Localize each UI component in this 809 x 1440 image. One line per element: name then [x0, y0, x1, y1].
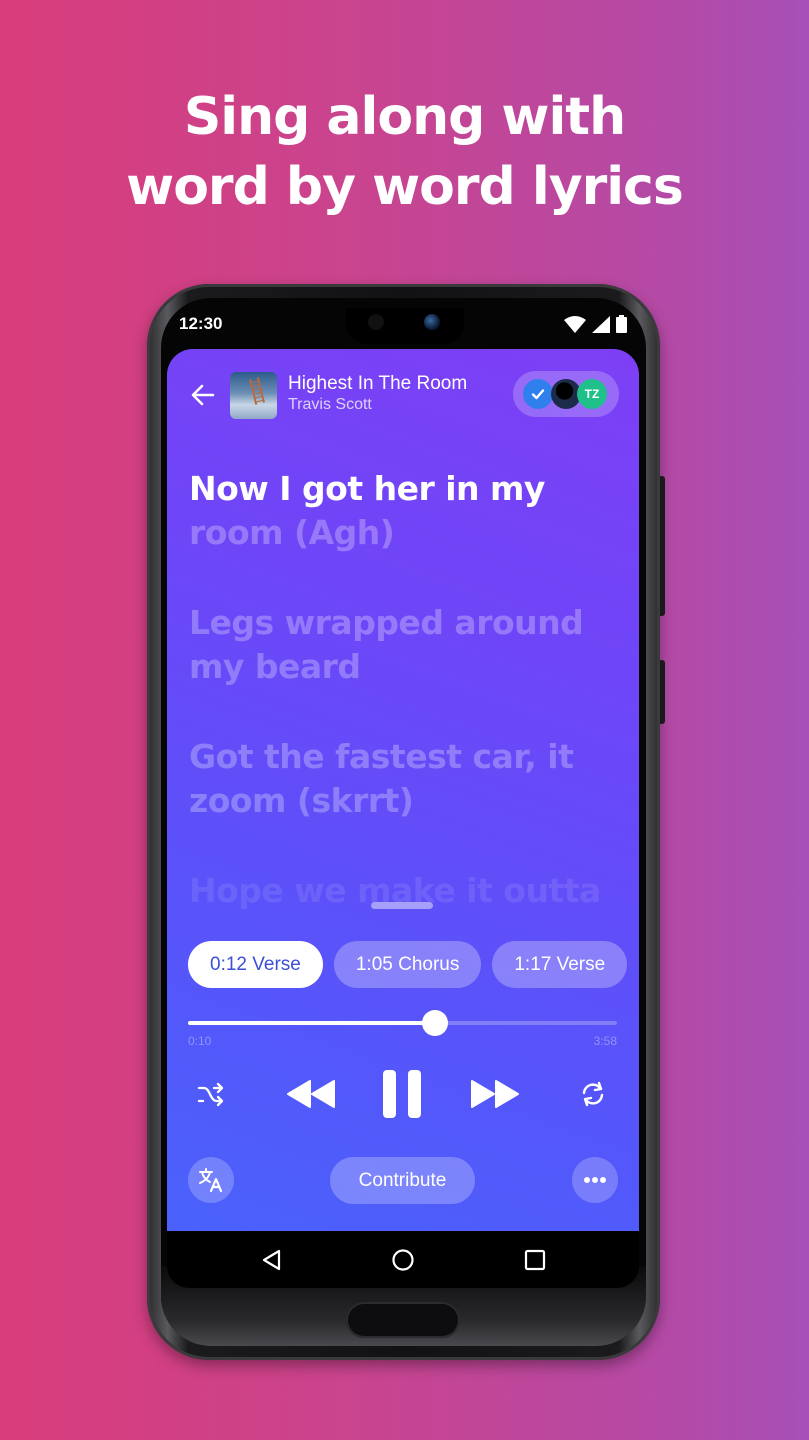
more-icon [584, 1177, 606, 1183]
album-art[interactable] [230, 372, 277, 419]
lyrics-list: Now I got her in my room (Agh) Legs wrap… [189, 467, 619, 959]
arrow-left-icon [191, 384, 215, 406]
lyric-line[interactable]: Legs wrapped around my beard [189, 601, 589, 689]
lyric-unsung-words: room (Agh) [189, 513, 395, 552]
wifi-icon [564, 315, 586, 333]
translate-icon [199, 1168, 223, 1193]
battery-icon [616, 315, 627, 333]
camera-icon [424, 314, 440, 330]
status-bar: 12:30 [167, 308, 639, 344]
seek-thumb[interactable] [421, 1010, 448, 1036]
headline-line-1: Sing along with [183, 87, 626, 147]
total-time: 3:58 [593, 1034, 617, 1048]
song-title: Highest In The Room [288, 373, 468, 394]
recents-icon [524, 1249, 546, 1271]
playback-controls [167, 1064, 639, 1124]
bottom-actions: Contribute [167, 1157, 639, 1205]
camera-notch [346, 308, 464, 344]
seek-progress [188, 1021, 435, 1025]
contribute-button[interactable]: Contribute [330, 1157, 475, 1204]
lyric-line-active[interactable]: Now I got her in my room (Agh) [189, 467, 619, 555]
shuffle-button[interactable] [193, 1076, 229, 1112]
volume-button[interactable] [660, 476, 665, 616]
fast-forward-button[interactable] [467, 1076, 521, 1112]
translate-button[interactable] [188, 1157, 234, 1203]
rewind-button[interactable] [285, 1076, 339, 1112]
current-time: 0:10 [188, 1034, 212, 1048]
player-header: Highest In The Room Travis Scott TZ [167, 369, 639, 421]
more-options-button[interactable] [572, 1157, 618, 1203]
nav-back-button[interactable] [259, 1247, 285, 1273]
power-button[interactable] [660, 660, 665, 724]
pause-button[interactable] [379, 1066, 425, 1122]
artist-name[interactable]: Travis Scott [288, 396, 372, 414]
verified-avatar [523, 379, 553, 409]
back-button[interactable] [189, 381, 217, 409]
seek-bar[interactable] [188, 1010, 617, 1036]
lyric-line[interactable]: Got the fastest car, it zoom (skrrt) [189, 735, 579, 823]
signal-icon [592, 315, 610, 333]
home-icon [392, 1249, 414, 1271]
promo-headline: Sing along with word by word lyrics [0, 82, 809, 222]
status-time: 12:30 [179, 314, 223, 333]
repeat-button[interactable] [575, 1076, 611, 1112]
checkmark-icon [531, 389, 545, 400]
section-chip-chorus[interactable]: 1:05 Chorus [333, 941, 482, 988]
drag-handle[interactable] [371, 902, 433, 909]
repeat-icon [582, 1081, 604, 1107]
nav-recents-button[interactable] [522, 1247, 548, 1273]
hardware-home-button[interactable] [346, 1302, 460, 1338]
section-chip-verse-2[interactable]: 1:17 Verse [492, 941, 628, 988]
lyrics-player-screen: Highest In The Room Travis Scott TZ Now … [167, 349, 639, 1231]
lyric-sung-words: Now I got her in my [189, 469, 545, 508]
rewind-icon [287, 1080, 335, 1108]
headline-line-2: word by word lyrics [126, 157, 684, 217]
status-icons [564, 315, 627, 333]
back-icon [262, 1249, 281, 1271]
fast-forward-icon [471, 1080, 519, 1108]
android-nav-bar [167, 1231, 639, 1288]
user-avatar-initials: TZ [577, 379, 607, 409]
sensor-icon [368, 314, 384, 330]
shuffle-icon [197, 1082, 224, 1107]
contributors-button[interactable]: TZ [513, 371, 619, 417]
album-art-ladder [249, 377, 265, 405]
section-chip-verse-1[interactable]: 0:12 Verse [188, 941, 323, 988]
nav-home-button[interactable] [390, 1247, 416, 1273]
section-chips: 0:12 Verse 1:05 Chorus 1:17 Verse [188, 941, 628, 988]
pause-icon [383, 1070, 421, 1118]
